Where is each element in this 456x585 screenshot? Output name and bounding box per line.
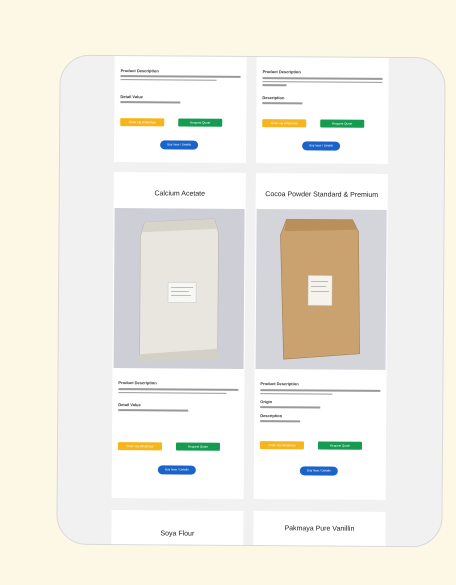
product-card: Product Description Description Order vi… <box>255 57 389 164</box>
desc-heading: Product Description <box>262 69 301 75</box>
request-quote-button[interactable]: Request Quote <box>317 441 363 450</box>
product-title[interactable]: Pakmaya Pure Vanillin <box>253 525 385 533</box>
desc-text <box>120 73 241 81</box>
details-button[interactable]: Buy Now / Details <box>299 466 338 476</box>
product-title[interactable]: Soya Flour <box>111 530 243 538</box>
request-quote-button[interactable]: Request Quote <box>175 442 221 451</box>
whatsapp-button[interactable]: Order via WhatsApp <box>259 441 305 450</box>
description-text <box>260 420 301 422</box>
product-card: Cocoa Powder Standard & Premium Product … <box>253 173 388 500</box>
request-quote-button[interactable]: Request Quote <box>320 119 365 128</box>
whatsapp-button[interactable]: Order via WhatsApp <box>117 442 163 451</box>
whatsapp-button[interactable]: Order via WhatsApp <box>262 119 307 128</box>
product-card: Soya Flour <box>111 510 244 548</box>
detail-text <box>262 102 303 104</box>
origin-text <box>260 406 321 408</box>
product-title[interactable]: Cocoa Powder Standard & Premium <box>256 191 388 199</box>
product-card: Calcium Acetate Product Description Deta… <box>111 172 246 499</box>
details-button[interactable]: Buy Now / Details <box>160 140 199 150</box>
bag-illustration <box>280 218 360 360</box>
origin-heading: Origin <box>260 399 273 405</box>
desc-text <box>262 75 383 86</box>
detail-text <box>118 409 189 412</box>
phone-frame: Product Description Detail Value Order v… <box>56 54 446 548</box>
desc-text <box>118 386 239 394</box>
details-button[interactable]: Buy Now / Details <box>157 465 196 475</box>
whatsapp-button[interactable]: Order via WhatsApp <box>120 118 165 127</box>
product-image[interactable] <box>113 208 245 369</box>
product-image[interactable] <box>255 209 387 370</box>
detail-heading: Description <box>262 95 285 101</box>
product-card: Product Description Detail Value Order v… <box>113 56 247 163</box>
detail-heading: Detail Value <box>120 94 143 100</box>
description-heading: Description <box>260 413 283 419</box>
bag-illustration <box>137 218 220 363</box>
desc-heading: Product Description <box>260 381 299 387</box>
desc-text <box>260 387 381 395</box>
product-title[interactable]: Calcium Acetate <box>114 190 246 198</box>
detail-heading: Detail Value <box>118 402 141 408</box>
request-quote-button[interactable]: Request Quote <box>178 118 223 127</box>
details-button[interactable]: Buy Now / Details <box>302 141 341 151</box>
detail-text <box>120 101 181 104</box>
desc-heading: Product Description <box>118 380 157 386</box>
product-card: Pakmaya Pure Vanillin <box>253 511 386 548</box>
